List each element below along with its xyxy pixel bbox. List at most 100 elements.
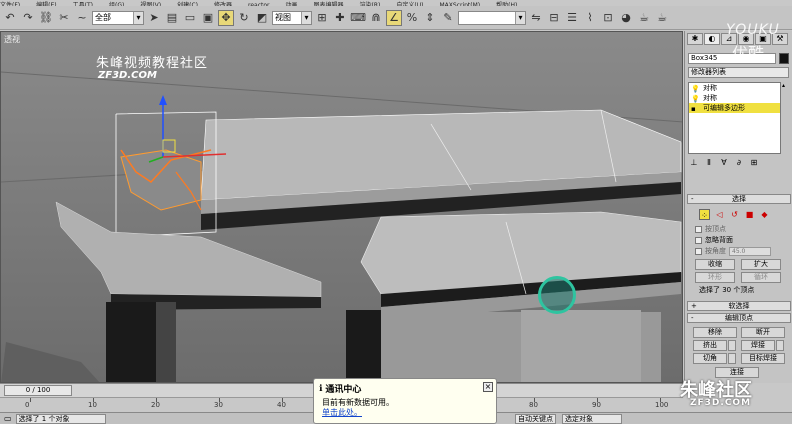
close-icon[interactable]: × [483, 382, 493, 392]
track-tick-label: 0 [25, 401, 30, 409]
shrink-button[interactable]: 收缩 [695, 259, 735, 270]
edit-named-sel-icon[interactable]: ✎ [440, 10, 456, 26]
move-icon[interactable]: ✥ [218, 9, 234, 26]
watermark-title: 朱峰视频教程社区 [96, 56, 209, 71]
modifier-stack: 💡 对称 💡 对称 ▪ 可编辑多边形 [688, 82, 781, 154]
pin-stack-icon[interactable]: ⊥ [688, 158, 700, 170]
time-slider[interactable]: 0 / 100 [4, 385, 72, 396]
render-setup-icon[interactable]: ☕ [636, 10, 652, 26]
selection-count: 选择了 1 个对象 [15, 413, 106, 424]
selection-rollout-header[interactable]: - 选择 [687, 194, 791, 204]
angle-input[interactable]: 45.0 [729, 246, 771, 256]
undo-icon[interactable]: ↶ [2, 10, 18, 26]
edge-mode-icon[interactable]: ◁ [714, 209, 725, 220]
link-icon[interactable]: ⛓ [38, 10, 54, 26]
chamfer-button[interactable]: 切角 [693, 353, 727, 364]
scene-render [1, 32, 682, 382]
stack-item-symmetry-2[interactable]: 💡 对称 [689, 93, 780, 103]
create-tab-icon[interactable]: ✱ [687, 33, 703, 45]
chevron-down-icon: ▾ [515, 11, 525, 24]
show-end-result-icon[interactable]: Ⅱ [703, 158, 715, 170]
command-panel: ✱ ◐ ⊿ ◉ ▣ ⚒ Box345 修改器列表 💡 对称 💡 对称 ▪ 可编辑多边形… [684, 31, 792, 383]
communication-center-popup: ℹ 通讯中心 × 目前有新数据可用。 单击此处。 [313, 378, 497, 424]
remove-modifier-icon[interactable]: ∂ [733, 158, 745, 170]
perspective-viewport[interactable]: 透视 朱峰视频教程社区 ZF3D.COM [0, 31, 683, 383]
modifier-list-dropdown[interactable]: 修改器列表 [688, 67, 789, 78]
auto-key-button[interactable]: 自动关键点 [515, 413, 556, 424]
keyboard-shortcut-icon[interactable]: ⌨ [350, 10, 366, 26]
key-filter-dropdown[interactable]: 选定对象 [562, 413, 622, 424]
layer-manager-icon[interactable]: ☰ [564, 10, 580, 26]
reference-coordinate-dropdown[interactable]: 视图 ▾ [272, 10, 312, 25]
grow-button[interactable]: 扩大 [741, 259, 781, 270]
watermark-url: ZF3D.COM [98, 70, 157, 81]
track-tick-label: 80 [529, 401, 538, 409]
extrude-settings-button[interactable] [728, 340, 736, 351]
selection-filter-dropdown[interactable]: 全部 ▾ [92, 10, 144, 25]
edit-vertices-header[interactable]: - 编辑顶点 [687, 313, 791, 323]
youku-logo: YOUKU [726, 22, 780, 38]
mirror-icon[interactable]: ⇋ [528, 10, 544, 26]
scroll-up-icon[interactable]: ▴ [782, 82, 790, 90]
angle-snap-icon[interactable]: ∠ [386, 9, 402, 26]
stack-tools: ⊥ Ⅱ ∀ ∂ ⊞ [688, 158, 789, 172]
render-icon[interactable]: ☕ [654, 10, 670, 26]
popup-title: 通讯中心 [325, 385, 362, 395]
unlink-icon[interactable]: ✂ [56, 10, 72, 26]
select-manipulate-icon[interactable]: ✚ [332, 10, 348, 26]
make-unique-icon[interactable]: ∀ [718, 158, 730, 170]
loop-button[interactable]: 循环 [741, 272, 781, 283]
redo-icon[interactable]: ↷ [20, 10, 36, 26]
percent-snap-icon[interactable]: % [404, 10, 420, 26]
stack-item-editable-poly[interactable]: ▪ 可编辑多边形 [689, 103, 780, 113]
track-tick-label: 90 [592, 401, 601, 409]
select-by-name-icon[interactable]: ▤ [164, 10, 180, 26]
soft-selection-header[interactable]: + 软选择 [687, 301, 791, 311]
stack-item-symmetry-1[interactable]: 💡 对称 [689, 83, 780, 93]
stack-side-icons: ▴ [782, 82, 790, 154]
track-tick-label: 10 [88, 401, 97, 409]
named-selection-dropdown[interactable]: ▾ [458, 10, 526, 25]
break-button[interactable]: 断开 [741, 327, 785, 338]
track-tick-label: 20 [151, 401, 160, 409]
scale-icon[interactable]: ◩ [254, 10, 270, 26]
snap-3d-icon[interactable]: ⋒ [368, 10, 384, 26]
spinner-snap-icon[interactable]: ⇕ [422, 10, 438, 26]
remove-button[interactable]: 移除 [693, 327, 737, 338]
extrude-button[interactable]: 挤出 [693, 340, 727, 351]
weld-settings-button[interactable] [776, 340, 784, 351]
bind-spacewarp-icon[interactable]: ~ [74, 10, 90, 26]
rect-selection-icon[interactable]: ▭ [182, 10, 198, 26]
polygon-mode-icon[interactable]: ■ [744, 209, 755, 220]
border-mode-icon[interactable]: ↺ [729, 209, 740, 220]
configure-sets-icon[interactable]: ⊞ [748, 158, 760, 170]
by-vertex-checkbox[interactable]: 按顶点 [695, 224, 726, 234]
select-object-icon[interactable]: ➤ [146, 10, 162, 26]
youku-logo-cn: 优酷 [732, 44, 765, 63]
rotate-icon[interactable]: ↻ [236, 10, 252, 26]
bulb-icon[interactable]: ▪ [691, 104, 696, 114]
material-editor-icon[interactable]: ◕ [618, 10, 634, 26]
window-crossing-icon[interactable]: ▣ [200, 10, 216, 26]
by-angle-checkbox[interactable]: 按角度 45.0 [695, 246, 771, 256]
track-tick-label: 40 [277, 401, 286, 409]
track-tick-label: 30 [214, 401, 223, 409]
subobject-icons: ⁘ ◁ ↺ ■ ◆ [699, 209, 770, 220]
object-color-swatch[interactable] [779, 53, 789, 64]
chamfer-settings-button[interactable] [728, 353, 736, 364]
align-icon[interactable]: ⊟ [546, 10, 562, 26]
target-weld-button[interactable]: 目标焊接 [741, 353, 785, 364]
track-tick-label: 100 [655, 401, 669, 409]
popup-link[interactable]: 单击此处。 [322, 407, 362, 418]
ignore-backfacing-checkbox[interactable]: 忽略背面 [695, 235, 733, 245]
modify-tab-icon[interactable]: ◐ [704, 33, 720, 45]
vertex-mode-icon[interactable]: ⁘ [699, 209, 710, 220]
main-toolbar: ↶ ↷ ⛓ ✂ ~ 全部 ▾ ➤ ▤ ▭ ▣ ✥ ↻ ◩ 视图 ▾ ⊞ ✚ ⌨ ⋒ … [0, 6, 792, 30]
viewport-label[interactable]: 透视 [4, 34, 20, 45]
schematic-view-icon[interactable]: ⊡ [600, 10, 616, 26]
element-mode-icon[interactable]: ◆ [759, 209, 770, 220]
curve-editor-icon[interactable]: ⌇ [582, 10, 598, 26]
pivot-icon[interactable]: ⊞ [314, 10, 330, 26]
weld-button[interactable]: 焊接 [741, 340, 775, 351]
ring-button[interactable]: 环形 [695, 272, 735, 283]
